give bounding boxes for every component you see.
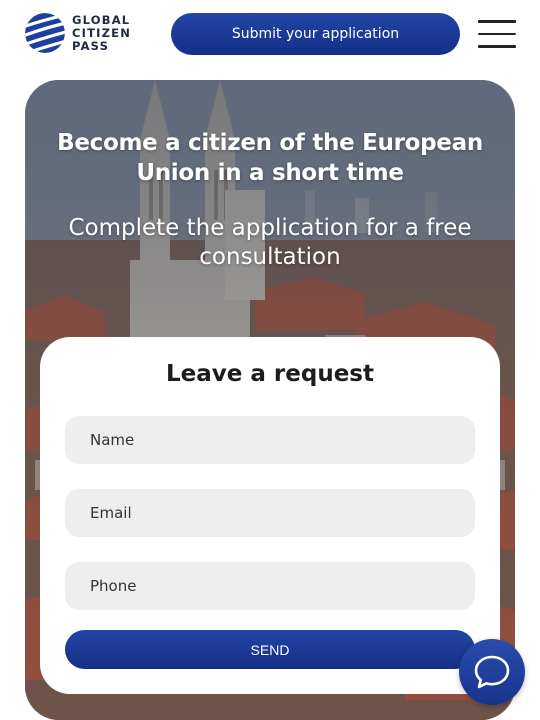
- logo-line: CITIZEN: [72, 25, 132, 40]
- request-form-card: Leave a request SEND: [40, 337, 500, 694]
- phone-input[interactable]: [65, 562, 475, 610]
- logo-wordmark: GLOBAL CITIZEN PASS: [72, 12, 132, 53]
- menu-line: [478, 32, 516, 36]
- site-header: GLOBAL CITIZEN PASS Submit your applicat…: [0, 0, 540, 70]
- submit-application-button[interactable]: Submit your application: [171, 13, 460, 55]
- chat-bubble-icon: [474, 655, 510, 689]
- send-button[interactable]: SEND: [65, 630, 475, 669]
- hamburger-icon[interactable]: [478, 20, 516, 48]
- menu-line: [478, 20, 516, 23]
- globe-logo-icon: [25, 13, 65, 53]
- logo[interactable]: GLOBAL CITIZEN PASS: [24, 10, 144, 56]
- email-input[interactable]: [65, 489, 475, 537]
- hero-subtitle: Complete the application for a free cons…: [68, 215, 472, 270]
- hero-title: Become a citizen of the European Union i…: [57, 130, 483, 186]
- chat-button[interactable]: [459, 639, 525, 705]
- logo-line: GLOBAL: [72, 12, 131, 27]
- form-title: Leave a request: [166, 361, 374, 387]
- menu-line: [478, 45, 516, 48]
- logo-line: PASS: [72, 38, 110, 53]
- name-input[interactable]: [65, 416, 475, 464]
